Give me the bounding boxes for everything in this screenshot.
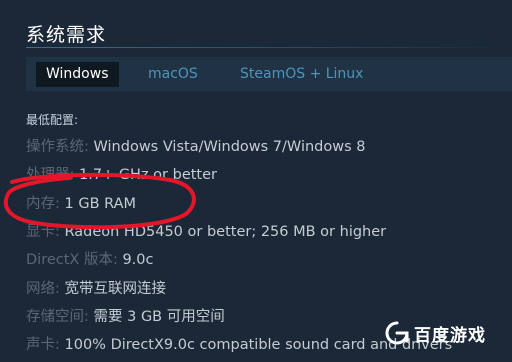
tab-steamos-linux[interactable]: SteamOS + Linux [230,62,373,87]
requirement-directx: DirectX 版本: 9.0c [26,248,154,269]
requirement-label: 声卡: [26,337,65,353]
requirement-network: 网络: 宽带互联网连接 [26,277,166,298]
system-requirements-panel: 系统需求 Windows macOS SteamOS + Linux 最低配置:… [0,0,512,362]
requirement-sound: 声卡: 100% DirectX9.0c compatible sound ca… [26,333,452,354]
requirement-label: 内存: [26,196,65,212]
section-title: 系统需求 [26,24,107,46]
tab-windows[interactable]: Windows [36,62,119,87]
platform-tab-bar: Windows macOS SteamOS + Linux [26,57,512,91]
requirement-value: Windows Vista/Windows 7/Windows 8 [93,139,366,155]
title-divider [26,47,512,48]
requirement-storage: 存储空间: 需要 3 GB 可用空间 [26,305,225,326]
requirement-memory: 内存: 1 GB RAM [26,192,136,213]
requirement-cpu: 处理器: 1.7+ GHz or better [26,163,217,184]
requirement-label: 操作系统: [26,139,94,155]
requirement-label: DirectX 版本: [26,252,123,268]
requirement-label: 显卡: [26,224,65,240]
requirement-label: 存储空间: [26,309,94,325]
requirement-value: 9.0c [122,252,154,268]
minimum-requirements-heading: 最低配置: [26,113,79,127]
requirement-value: 1.7+ GHz or better [79,167,217,183]
tab-macos[interactable]: macOS [138,62,208,87]
requirement-value: 100% DirectX9.0c compatible sound card a… [64,337,453,353]
requirement-value: Radeon HD5450 or better; 256 MB or highe… [64,224,387,240]
requirement-value: 1 GB RAM [64,196,137,212]
requirement-label: 处理器: [26,167,79,183]
requirement-gpu: 显卡: Radeon HD5450 or better; 256 MB or h… [26,220,386,241]
requirement-value: 需要 3 GB 可用空间 [93,309,225,325]
requirement-label: 网络: [26,281,65,297]
requirement-os: 操作系统: Windows Vista/Windows 7/Windows 8 [26,135,365,156]
requirement-value: 宽带互联网连接 [64,281,167,297]
